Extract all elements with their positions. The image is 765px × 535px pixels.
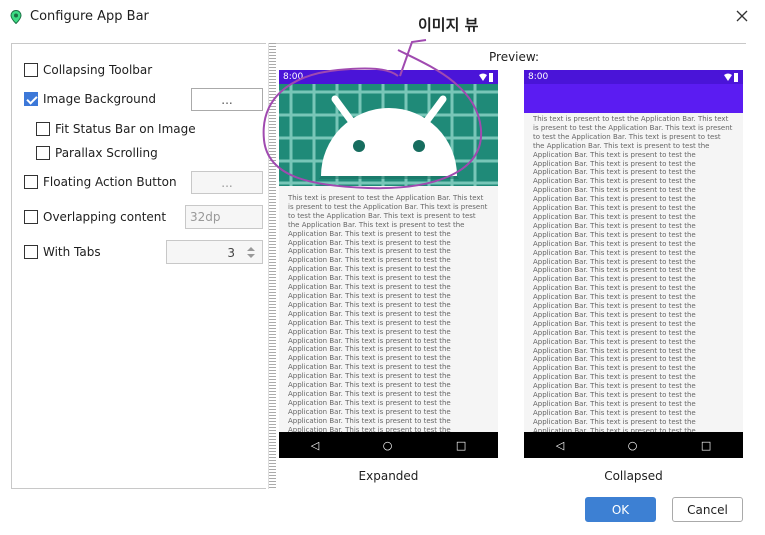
home-icon: ○ — [382, 438, 393, 452]
fit-status-bar-label: Fit Status Bar on Image — [55, 122, 196, 136]
collapsed-nav-bar: ◁ ○ □ — [524, 432, 743, 458]
image-background-browse-button[interactable]: ... — [191, 88, 263, 111]
recents-icon: □ — [455, 438, 467, 452]
floating-action-button-browse-button[interactable]: ... — [191, 171, 263, 194]
collapsed-body-text: This text is present to test the Applica… — [533, 115, 733, 433]
collapsing-toolbar-checkbox[interactable] — [24, 63, 38, 77]
android-studio-icon — [10, 10, 22, 24]
tab-count-spinner[interactable]: 3 — [166, 240, 263, 264]
collapsed-app-bar — [524, 84, 743, 113]
fit-status-bar-checkbox[interactable] — [36, 122, 50, 136]
expanded-caption: Expanded — [358, 469, 419, 483]
tab-count-value: 3 — [227, 246, 235, 260]
recents-icon: □ — [700, 438, 712, 452]
collapsed-time: 8:00 — [528, 72, 549, 82]
collapsing-toolbar-label: Collapsing Toolbar — [43, 63, 153, 77]
image-view-annotation-drawing — [262, 39, 483, 190]
window-title: Configure App Bar — [30, 9, 149, 24]
expanded-body-text: This text is present to test the Applica… — [288, 194, 488, 434]
close-icon[interactable] — [734, 8, 750, 24]
image-background-label: Image Background — [43, 92, 156, 106]
with-tabs-checkbox[interactable] — [24, 245, 38, 259]
home-icon: ○ — [627, 438, 638, 452]
overlapping-content-label: Overlapping content — [43, 210, 167, 224]
with-tabs-label: With Tabs — [43, 245, 101, 259]
wifi-battery-icon — [724, 72, 738, 82]
floating-action-button-checkbox[interactable] — [24, 175, 38, 189]
back-icon: ◁ — [310, 438, 320, 452]
spinner-arrows-icon[interactable] — [243, 244, 259, 261]
collapsed-caption: Collapsed — [604, 469, 663, 483]
image-view-annotation: 이미지 뷰 — [418, 16, 479, 34]
overlapping-content-field[interactable]: 32dp — [185, 205, 263, 229]
image-background-checkbox[interactable] — [24, 92, 38, 106]
floating-action-button-label: Floating Action Button — [43, 175, 177, 189]
ok-button[interactable]: OK — [585, 497, 656, 522]
back-icon: ◁ — [555, 438, 565, 452]
preview-label: Preview: — [489, 50, 540, 64]
cancel-button[interactable]: Cancel — [672, 497, 743, 522]
expanded-nav-bar: ◁ ○ □ — [279, 432, 498, 458]
parallax-scrolling-label: Parallax Scrolling — [55, 146, 158, 160]
collapsed-phone: 8:00 This text is present to test the Ap… — [524, 70, 743, 458]
collapsed-status-bar: 8:00 — [524, 70, 743, 84]
overlapping-content-checkbox[interactable] — [24, 210, 38, 224]
parallax-scrolling-checkbox[interactable] — [36, 146, 50, 160]
